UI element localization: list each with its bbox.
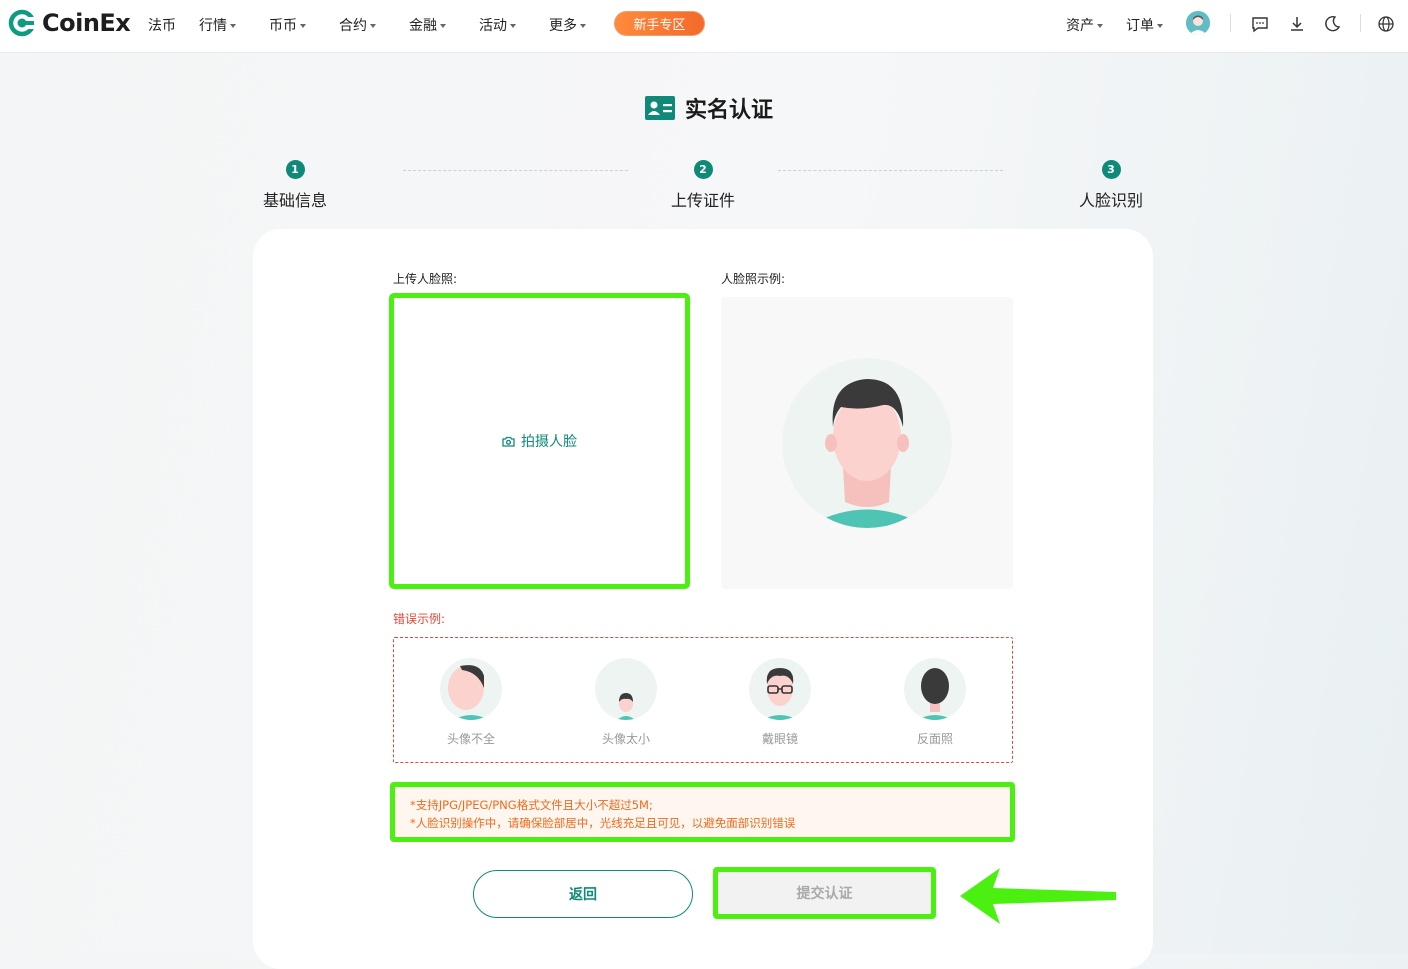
globe-icon[interactable] xyxy=(1375,13,1397,35)
chevron-down-icon xyxy=(510,24,516,28)
capture-face-button[interactable]: 拍摄人脸 xyxy=(502,431,577,451)
nav-futures-label: 合约 xyxy=(339,18,367,34)
download-icon[interactable] xyxy=(1286,13,1308,35)
submit-verification-button[interactable]: 提交认证 xyxy=(713,867,936,919)
chevron-down-icon xyxy=(300,24,306,28)
step-number: 3 xyxy=(1101,160,1121,179)
nav-divider xyxy=(1360,14,1361,32)
newbie-zone-button[interactable]: 新手专区 xyxy=(614,11,705,36)
brand-name: CoinEx xyxy=(42,9,131,37)
small-face-icon xyxy=(595,658,657,720)
page-title: 实名认证 xyxy=(645,92,773,124)
step-label: 上传证件 xyxy=(670,191,735,210)
nav-more[interactable]: 更多 xyxy=(549,15,586,35)
nav-spot[interactable]: 币币 xyxy=(269,15,306,35)
page-title-text: 实名认证 xyxy=(685,98,774,123)
annotation-arrow-icon xyxy=(960,868,1116,924)
chevron-down-icon xyxy=(440,24,446,28)
tip-line: *人脸识别操作中，请确保脸部居中，光线充足且可见，以避免面部识别错误 xyxy=(410,816,796,830)
id-card-icon xyxy=(645,96,675,120)
error-example-too-small: 头像太小 xyxy=(566,658,686,747)
face-example-label: 人脸照示例: xyxy=(721,272,786,286)
error-caption: 反面照 xyxy=(916,732,953,746)
upload-tips: *支持JPG/JPEG/PNG格式文件且大小不超过5M; *人脸识别操作中，请确… xyxy=(390,782,1015,842)
error-examples-label: 错误示例: xyxy=(393,612,446,626)
step-connector xyxy=(403,170,628,171)
user-avatar-icon xyxy=(1186,11,1210,35)
step-number: 1 xyxy=(285,160,305,179)
error-examples-box: 头像不全 头像太小 戴眼镜 反面照 xyxy=(393,637,1013,763)
nav-spot-label: 币币 xyxy=(269,18,297,34)
step-upload-id: 2 上传证件 xyxy=(643,160,763,211)
nav-fiat[interactable]: 法币 xyxy=(148,15,176,35)
step-face-recognition: 3 人脸识别 xyxy=(1051,160,1171,211)
nav-finance[interactable]: 金融 xyxy=(409,15,446,35)
nav-assets[interactable]: 资产 xyxy=(1066,15,1103,35)
avatar[interactable] xyxy=(1186,11,1210,35)
error-example-back: 反面照 xyxy=(875,658,995,747)
message-icon[interactable] xyxy=(1249,13,1271,35)
error-example-incomplete: 头像不全 xyxy=(411,658,531,747)
chevron-down-icon xyxy=(580,24,586,28)
error-caption: 头像太小 xyxy=(601,732,650,746)
nav-orders-label: 订单 xyxy=(1126,18,1154,34)
nav-orders[interactable]: 订单 xyxy=(1126,15,1163,35)
nav-more-label: 更多 xyxy=(549,18,577,34)
coinex-logo-icon xyxy=(8,9,36,37)
face-upload-area[interactable]: 拍摄人脸 xyxy=(389,293,690,589)
nav-activity[interactable]: 活动 xyxy=(479,15,516,35)
nav-fiat-label: 法币 xyxy=(148,18,176,34)
nav-finance-label: 金融 xyxy=(409,18,437,34)
error-caption: 戴眼镜 xyxy=(761,732,798,746)
step-label: 基础信息 xyxy=(262,191,327,210)
nav-market[interactable]: 行情 xyxy=(199,15,236,35)
glasses-face-icon xyxy=(749,658,811,720)
coinex-logo[interactable]: CoinEx xyxy=(8,9,131,37)
nav-divider xyxy=(1230,14,1231,32)
nav-market-label: 行情 xyxy=(199,18,227,34)
nav-futures[interactable]: 合约 xyxy=(339,15,376,35)
upload-face-label: 上传人脸照: xyxy=(393,272,458,286)
step-number: 2 xyxy=(693,160,713,179)
chevron-down-icon xyxy=(230,24,236,28)
tip-line: *支持JPG/JPEG/PNG格式文件且大小不超过5M; xyxy=(410,798,653,812)
chevron-down-icon xyxy=(1157,24,1163,28)
face-example-illustration xyxy=(782,358,952,528)
capture-face-label: 拍摄人脸 xyxy=(521,434,577,450)
step-basic-info: 1 基础信息 xyxy=(235,160,355,211)
chevron-down-icon xyxy=(370,24,376,28)
error-caption: 头像不全 xyxy=(446,732,495,746)
step-connector xyxy=(778,170,1003,171)
face-example-area xyxy=(721,297,1013,589)
back-of-head-icon xyxy=(904,658,966,720)
moon-icon[interactable] xyxy=(1321,13,1343,35)
nav-activity-label: 活动 xyxy=(479,18,507,34)
nav-assets-label: 资产 xyxy=(1066,18,1094,34)
camera-icon xyxy=(502,436,515,447)
chevron-down-icon xyxy=(1097,24,1103,28)
back-button[interactable]: 返回 xyxy=(473,870,693,918)
error-example-glasses: 戴眼镜 xyxy=(720,658,840,747)
top-navbar: CoinEx 法币 行情 币币 合约 金融 活动 更多 新手专区 资产 订单 xyxy=(0,0,1408,52)
incomplete-face-icon xyxy=(440,658,502,720)
step-label: 人脸识别 xyxy=(1078,191,1143,210)
verification-card xyxy=(253,229,1153,969)
